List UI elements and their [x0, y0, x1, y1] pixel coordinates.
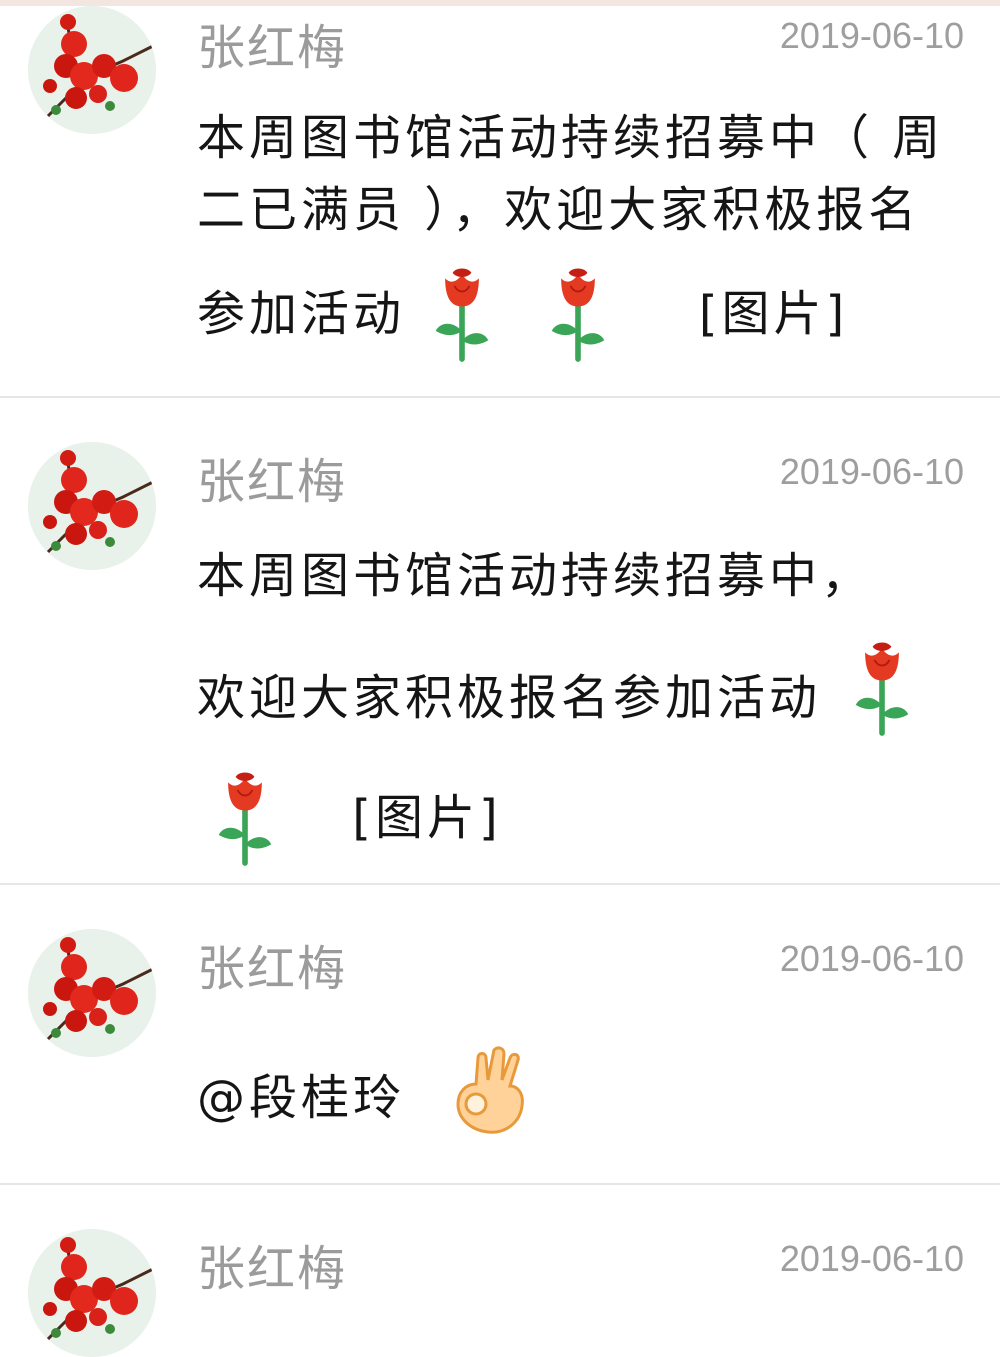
mention-link[interactable]: @段桂玲 — [197, 1048, 405, 1148]
message-line: 本周图书馆活动持续招募中， — [197, 548, 874, 604]
avatar[interactable] — [28, 6, 156, 134]
message-item[interactable]: 张红梅 2019-06-10 本周图书馆活动持续招募中（ 周 二已满员 ），欢迎… — [0, 6, 1000, 398]
rose-icon — [215, 768, 275, 868]
message-item[interactable]: 张红梅 2019-06-10 @段桂玲 — [0, 885, 1000, 1185]
ok-hand-icon — [448, 1046, 528, 1136]
message-time: 2019-06-10 — [779, 15, 964, 56]
rose-icon — [852, 638, 912, 738]
message-body: 本周图书馆活动持续招募中（ 周 二已满员 ），欢迎大家积极报名 参加活动 [图片… — [197, 106, 967, 366]
image-placeholder-link[interactable]: [图片] — [352, 763, 501, 873]
plum-blossom-avatar-icon — [28, 929, 156, 1057]
message-line: 参加活动 — [197, 286, 406, 342]
message-time: 2019-06-10 — [779, 451, 964, 492]
plum-blossom-avatar-icon — [28, 442, 156, 570]
avatar[interactable] — [28, 929, 156, 1057]
message-line: 欢迎大家积极报名参加活动 — [197, 670, 822, 726]
message-body: 本周图书馆活动持续招募中， 欢迎大家积极报名参加活动 [图片] — [197, 544, 967, 870]
message-time: 2019-06-10 — [779, 1238, 964, 1279]
sender-name: 张红梅 — [197, 20, 348, 76]
image-placeholder-link[interactable]: [图片] — [699, 259, 848, 369]
rose-icon — [432, 264, 492, 364]
avatar[interactable] — [28, 1229, 156, 1357]
message-body: @段桂玲 — [197, 1045, 967, 1145]
message-line: 二已满员 ），欢迎大家积极报名 — [197, 182, 921, 238]
sender-name: 张红梅 — [197, 1241, 348, 1297]
sender-name: 张红梅 — [197, 454, 348, 510]
plum-blossom-avatar-icon — [28, 1229, 156, 1357]
message-line: 本周图书馆活动持续招募中（ 周 — [197, 110, 945, 166]
message-time: 2019-06-10 — [779, 938, 964, 979]
sender-name: 张红梅 — [197, 941, 348, 997]
message-item[interactable]: 张红梅 2019-06-10 — [0, 1185, 1000, 1357]
avatar[interactable] — [28, 442, 156, 570]
rose-icon — [548, 264, 608, 364]
message-item[interactable]: 张红梅 2019-06-10 本周图书馆活动持续招募中， 欢迎大家积极报名参加活… — [0, 398, 1000, 885]
plum-blossom-avatar-icon — [28, 6, 156, 134]
